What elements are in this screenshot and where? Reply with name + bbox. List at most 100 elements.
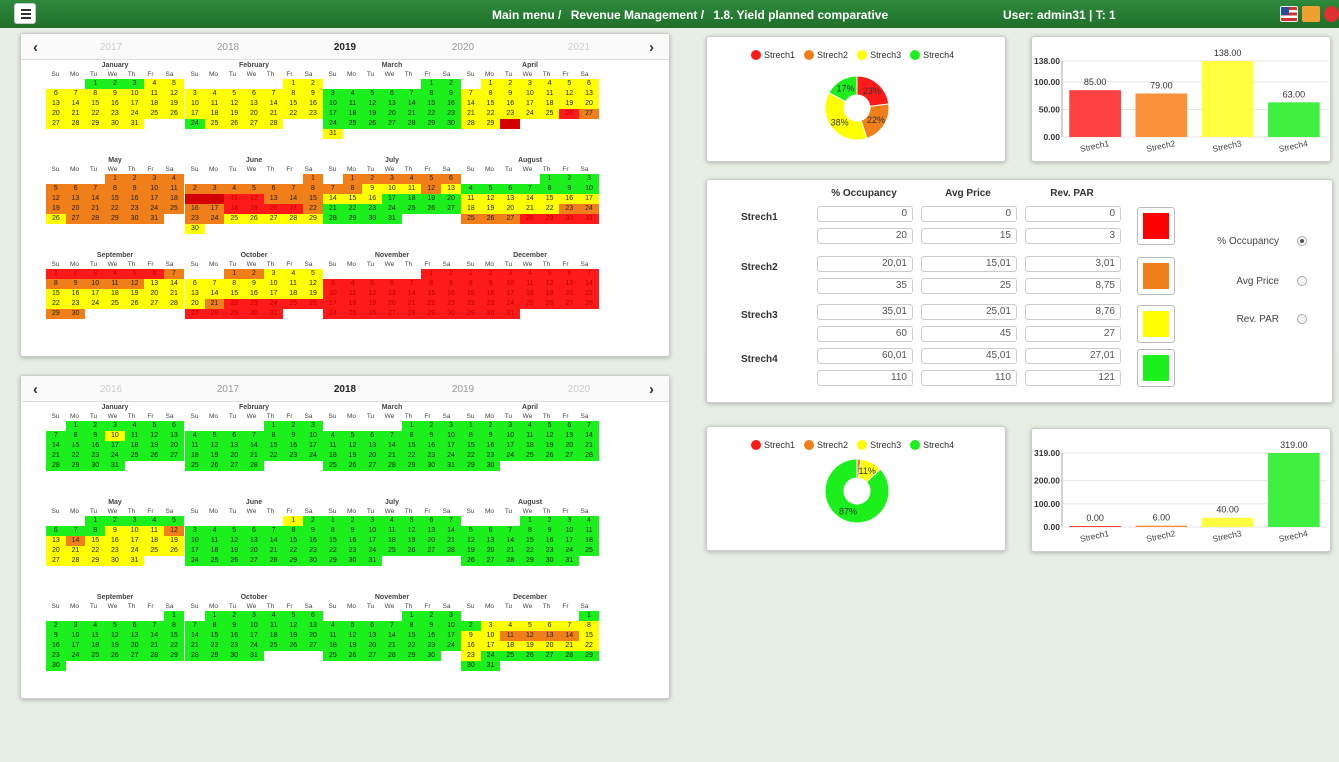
day-cell[interactable]: 16 — [461, 641, 481, 651]
day-cell[interactable]: 30 — [421, 461, 442, 471]
day-cell[interactable]: 21 — [520, 204, 540, 214]
day-cell[interactable]: 21 — [65, 109, 86, 119]
day-cell[interactable]: 20 — [46, 109, 66, 119]
day-cell[interactable]: 12 — [401, 526, 422, 536]
day-cell[interactable]: 19 — [164, 99, 184, 109]
day-cell[interactable]: 28 — [520, 214, 540, 224]
day-cell[interactable]: 3 — [185, 526, 205, 536]
day-cell[interactable]: 11 — [461, 194, 481, 204]
day-cell[interactable]: 25 — [323, 461, 343, 471]
day-cell[interactable]: 26 — [283, 641, 304, 651]
day-cell[interactable]: 17 — [441, 631, 461, 641]
day-cell[interactable]: 11 — [164, 184, 184, 194]
day-cell[interactable]: 5 — [46, 184, 66, 194]
day-cell[interactable]: 29 — [85, 556, 106, 566]
day-cell[interactable]: 5 — [224, 89, 245, 99]
printer-icon[interactable] — [1302, 6, 1320, 22]
day-cell[interactable]: 20 — [244, 109, 264, 119]
day-cell[interactable]: 17 — [362, 536, 383, 546]
day-cell[interactable]: 1 — [421, 269, 442, 279]
day-cell[interactable]: 19 — [144, 441, 165, 451]
day-cell[interactable]: 14 — [559, 631, 580, 641]
day-cell[interactable]: 1 — [85, 516, 106, 526]
day-cell[interactable]: 5 — [362, 89, 383, 99]
day-cell[interactable]: 22 — [224, 299, 245, 309]
day-cell[interactable]: 1 — [461, 421, 481, 431]
day-cell[interactable]: 17 — [124, 99, 145, 109]
day-cell[interactable]: 26 — [421, 204, 442, 214]
day-cell[interactable]: 20 — [303, 631, 323, 641]
day-cell[interactable]: 11 — [85, 631, 106, 641]
day-cell[interactable]: 18 — [323, 451, 343, 461]
day-cell[interactable]: 12 — [164, 89, 184, 99]
day-cell[interactable]: 14 — [441, 526, 461, 536]
day-cell[interactable]: 4 — [342, 279, 363, 289]
day-cell[interactable]: 13 — [46, 99, 66, 109]
day-cell[interactable]: 4 — [204, 526, 225, 536]
day-cell[interactable]: 9 — [65, 279, 86, 289]
day-cell[interactable]: 1 — [46, 269, 66, 279]
day-cell[interactable]: 1 — [480, 79, 501, 89]
year-option[interactable]: 2017 — [198, 384, 258, 395]
day-cell[interactable]: 16 — [480, 289, 501, 299]
day-cell[interactable]: 17 — [323, 299, 343, 309]
day-cell[interactable]: 26 — [144, 451, 165, 461]
day-cell[interactable]: 5 — [539, 421, 560, 431]
day-cell[interactable]: 19 — [342, 451, 363, 461]
day-cell[interactable]: 1 — [401, 611, 422, 621]
day-cell[interactable]: 12 — [559, 89, 580, 99]
day-cell[interactable]: 5 — [539, 269, 560, 279]
day-cell[interactable]: 30 — [362, 214, 383, 224]
day-cell[interactable]: 25 — [401, 204, 422, 214]
day-cell[interactable]: 29 — [303, 214, 323, 224]
day-cell[interactable]: 28 — [401, 119, 422, 129]
day-cell[interactable]: 11 — [185, 441, 205, 451]
day-cell[interactable]: 9 — [105, 89, 125, 99]
day-cell[interactable]: 12 — [303, 279, 323, 289]
day-cell[interactable]: 26 — [164, 109, 184, 119]
day-cell[interactable]: 31 — [105, 461, 125, 471]
day-cell[interactable]: 14 — [244, 441, 264, 451]
day-cell[interactable]: 21 — [204, 299, 225, 309]
day-cell[interactable]: 23 — [461, 651, 481, 661]
day-cell[interactable]: 4 — [539, 79, 560, 89]
day-cell[interactable]: 24 — [185, 119, 205, 129]
day-cell[interactable]: 22 — [283, 109, 304, 119]
day-cell[interactable]: 9 — [461, 631, 481, 641]
day-cell[interactable]: 17 — [441, 441, 461, 451]
day-cell[interactable]: 21 — [263, 109, 284, 119]
day-cell[interactable]: 8 — [46, 279, 66, 289]
day-cell[interactable]: 22 — [421, 109, 442, 119]
day-cell[interactable]: 1 — [401, 421, 422, 431]
day-cell[interactable]: 5 — [124, 269, 145, 279]
day-cell[interactable]: 11 — [342, 99, 363, 109]
day-cell[interactable]: 14 — [500, 536, 521, 546]
day-cell[interactable]: 28 — [65, 556, 86, 566]
day-cell[interactable]: 26 — [224, 556, 245, 566]
day-cell[interactable]: 27 — [382, 309, 402, 319]
day-cell[interactable]: 7 — [382, 431, 402, 441]
day-cell[interactable]: 26 — [401, 546, 422, 556]
radio-occupancy[interactable] — [1297, 236, 1307, 246]
day-cell[interactable]: 2 — [105, 79, 125, 89]
power-icon[interactable] — [1324, 6, 1339, 22]
day-cell[interactable]: 31 — [263, 309, 284, 319]
day-cell[interactable]: 21 — [65, 546, 86, 556]
day-cell[interactable]: 27 — [421, 546, 442, 556]
color-swatch[interactable] — [1137, 257, 1175, 295]
day-cell[interactable]: 24 — [124, 546, 145, 556]
day-cell[interactable]: 8 — [342, 184, 363, 194]
day-cell[interactable]: 10 — [323, 289, 343, 299]
day-cell[interactable]: 23 — [441, 299, 461, 309]
day-cell[interactable]: 6 — [539, 621, 560, 631]
day-cell[interactable]: 30 — [342, 556, 363, 566]
day-cell[interactable]: 15 — [401, 441, 422, 451]
day-cell[interactable]: 22 — [323, 546, 343, 556]
day-cell[interactable]: 20 — [224, 451, 245, 461]
day-cell[interactable]: 11 — [204, 536, 225, 546]
day-cell[interactable]: 21 — [323, 204, 343, 214]
day-cell[interactable]: 21 — [382, 641, 402, 651]
day-cell[interactable]: 30 — [303, 556, 323, 566]
day-cell[interactable]: 1 — [85, 79, 106, 89]
day-cell[interactable]: 5 — [303, 269, 323, 279]
